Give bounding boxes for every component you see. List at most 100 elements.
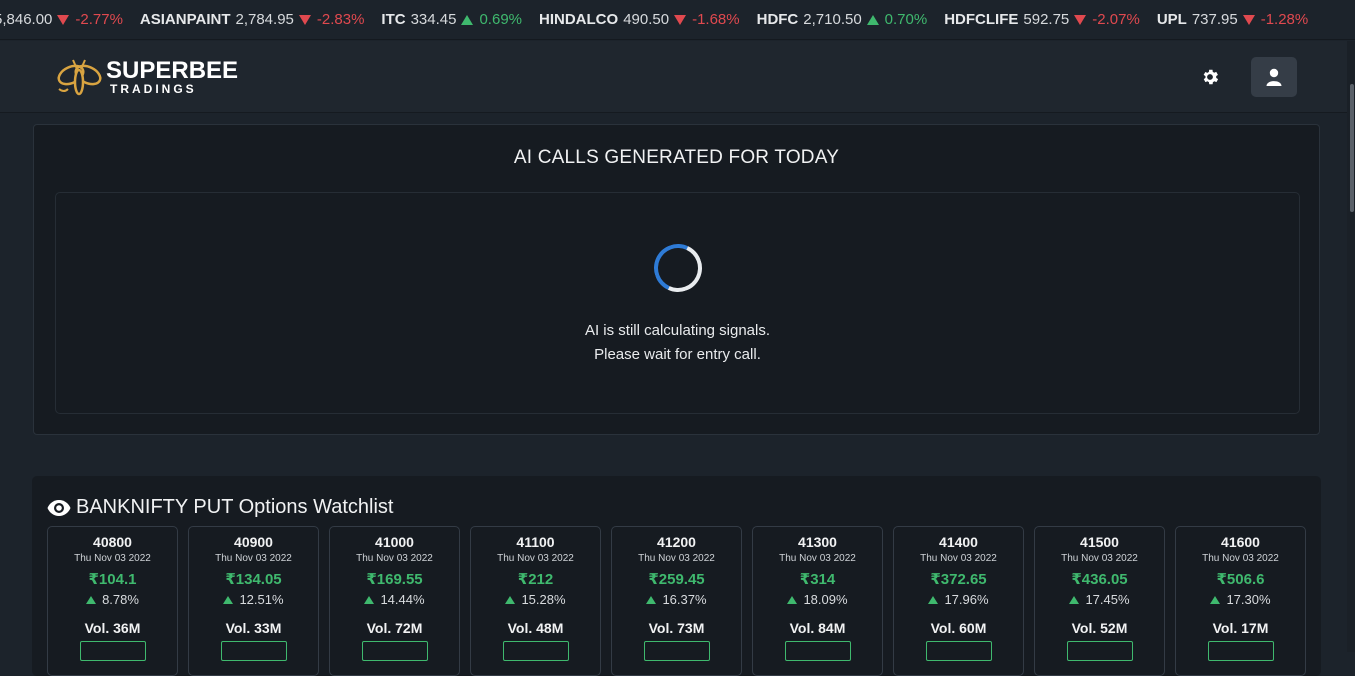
ticker-change: -2.83% [316, 11, 365, 28]
arrow-down-icon [57, 14, 70, 25]
option-change-value: 16.37% [662, 592, 707, 607]
option-card[interactable]: 41000 Thu Nov 03 2022 ₹169.55 14.44% Vol. 72… [329, 526, 460, 676]
ticker-item: ITC 334.45 0.69% [381, 11, 522, 28]
option-action-badge[interactable] [1207, 641, 1274, 661]
option-expiry: Thu Nov 03 2022 [1202, 553, 1279, 564]
option-action-badge[interactable] [361, 641, 428, 661]
option-change: 15.28% [471, 592, 600, 607]
option-expiry: Thu Nov 03 2022 [920, 553, 997, 564]
ticker-change: -2.77% [75, 11, 123, 28]
option-change: 18.09% [753, 592, 882, 607]
arrow-up-icon [223, 595, 234, 604]
option-card[interactable]: 41500 Thu Nov 03 2022 ₹436.05 17.45% Vol. 52… [1034, 526, 1165, 676]
option-change-value: 14.44% [380, 592, 425, 607]
logo-title: SUPERBEE [106, 57, 239, 84]
user-menu-button[interactable] [1251, 57, 1297, 97]
watchlist-title: BANKNIFTY PUT Options Watchlist [76, 496, 394, 518]
option-expiry: Thu Nov 03 2022 [215, 553, 292, 564]
bee-logo-icon [57, 59, 102, 96]
option-card[interactable]: 40800 Thu Nov 03 2022 ₹104.1 8.78% Vol. 36M [47, 526, 178, 676]
ticker-item: HDFC 2,710.50 0.70% [757, 11, 928, 28]
option-expiry: Thu Nov 03 2022 [1061, 553, 1138, 564]
option-strike: 40800 [93, 534, 132, 550]
ticker-symbol: ITC [381, 11, 406, 28]
arrow-up-icon [1069, 595, 1080, 604]
option-volume: Vol. 72M [366, 620, 423, 636]
scrollbar-thumb[interactable] [1350, 84, 1354, 212]
arrow-up-icon [928, 595, 939, 604]
option-price: ₹372.65 [930, 571, 987, 588]
ticker-symbol: ASIANPAINT [139, 11, 231, 28]
option-change-value: 8.78% [102, 592, 139, 607]
option-action-badge[interactable] [502, 641, 569, 661]
option-card[interactable]: 41400 Thu Nov 03 2022 ₹372.65 17.96% Vol. 60… [893, 526, 1024, 676]
option-cards-row: 40800 Thu Nov 03 2022 ₹104.1 8.78% Vol. 36M 4… [47, 526, 1316, 676]
arrow-up-icon [787, 595, 798, 604]
options-watchlist: BANKNIFTY PUT Options Watchlist 40800 Thu… [32, 476, 1321, 676]
option-action-badge[interactable] [643, 641, 710, 661]
arrow-up-icon [646, 595, 657, 604]
arrow-down-icon [298, 14, 311, 25]
option-strike: 40900 [234, 534, 273, 550]
option-action-badge[interactable] [220, 641, 287, 661]
option-price: ₹259.45 [648, 571, 705, 588]
option-change: 17.45% [1035, 592, 1164, 607]
option-volume: Vol. 17M [1212, 620, 1269, 636]
arrow-up-icon [866, 14, 879, 25]
gear-icon[interactable] [1200, 67, 1220, 87]
top-navbar: SUPERBEE TRADINGS [0, 41, 1355, 113]
option-card[interactable]: 40900 Thu Nov 03 2022 ₹134.05 12.51% Vol. 33… [188, 526, 319, 676]
option-card[interactable]: 41200 Thu Nov 03 2022 ₹259.45 16.37% Vol. 73… [611, 526, 742, 676]
option-price: ₹506.6 [1216, 571, 1265, 588]
option-change-value: 18.09% [803, 592, 848, 607]
watchlist-header: BANKNIFTY PUT Options Watchlist [47, 496, 394, 519]
option-change-value: 15.28% [521, 592, 566, 607]
option-change-value: 17.45% [1085, 592, 1130, 607]
option-volume: Vol. 52M [1071, 620, 1128, 636]
option-card[interactable]: 41100 Thu Nov 03 2022 ₹212 15.28% Vol. 48M [470, 526, 601, 676]
option-price: ₹314 [799, 571, 836, 588]
ticker-price: 2,710.50 [803, 11, 862, 28]
option-action-badge[interactable] [925, 641, 992, 661]
option-change-value: 17.96% [944, 592, 989, 607]
ticker-change: -1.68% [692, 11, 740, 28]
ticker-item: HDFCLIFE 592.75 -2.07% [944, 11, 1140, 28]
option-strike: 41400 [939, 534, 978, 550]
loading-spinner-icon [647, 237, 709, 299]
ticker-price: 737.95 [1191, 11, 1238, 28]
ticker-item: ASIANPAINT 2,784.95 -2.83% [140, 11, 364, 28]
option-action-badge[interactable] [1066, 641, 1133, 661]
option-card[interactable]: 41600 Thu Nov 03 2022 ₹506.6 17.30% Vol. 17M [1175, 526, 1306, 676]
ai-calls-card: AI CALLS GENERATED FOR TODAY AI is still… [33, 124, 1320, 435]
ticker-price: 592.75 [1023, 11, 1070, 28]
option-expiry: Thu Nov 03 2022 [497, 553, 574, 564]
logo-subtitle: TRADINGS [110, 82, 197, 96]
arrow-down-icon [1242, 14, 1255, 25]
option-strike: 41000 [375, 534, 414, 550]
ticker-change: -1.28% [1260, 11, 1309, 28]
eye-icon [47, 499, 71, 516]
ticker-symbol: UPL [1156, 11, 1187, 28]
ticker-price: 5,846.00 [0, 11, 53, 28]
option-volume: Vol. 48M [507, 620, 564, 636]
option-change-value: 17.30% [1226, 592, 1271, 607]
option-strike: 41500 [1080, 534, 1119, 550]
arrow-down-icon [674, 14, 687, 25]
ticker-symbol: HDFCLIFE [944, 11, 1019, 28]
option-change: 12.51% [189, 592, 318, 607]
arrow-down-icon [1074, 14, 1087, 25]
option-price: ₹212 [517, 571, 554, 588]
arrow-up-icon [86, 595, 97, 604]
option-change: 17.96% [894, 592, 1023, 607]
ai-calls-title: AI CALLS GENERATED FOR TODAY [513, 147, 840, 168]
option-card[interactable]: 41300 Thu Nov 03 2022 ₹314 18.09% Vol. 84M [752, 526, 883, 676]
option-action-badge[interactable] [784, 641, 851, 661]
stock-ticker: 5,846.00 -2.77% ASIANPAINT2,784.95 -2.83% IT… [0, 0, 1355, 40]
option-action-badge[interactable] [79, 641, 146, 661]
ticker-symbol: HDFC [756, 11, 799, 28]
brand-logo[interactable]: SUPERBEE TRADINGS [54, 55, 238, 99]
option-change: 8.78% [48, 592, 177, 607]
option-price: ₹169.55 [366, 571, 423, 588]
ticker-item: UPL 737.95 -1.28% [1157, 11, 1308, 28]
option-price: ₹134.05 [225, 571, 282, 588]
